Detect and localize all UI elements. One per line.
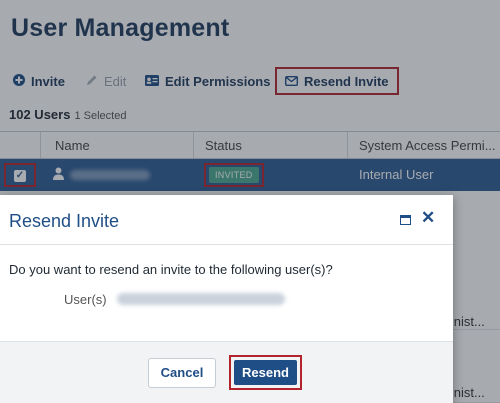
resend-invite-dialog: Resend Invite ✕ Do you want to resend an… bbox=[0, 195, 453, 403]
cancel-button[interactable]: Cancel bbox=[148, 358, 216, 388]
maximize-icon[interactable] bbox=[400, 215, 411, 225]
dialog-footer: Cancel Resend bbox=[0, 341, 453, 403]
resend-button-outline: Resend bbox=[229, 355, 302, 390]
dialog-question: Do you want to resend an invite to the f… bbox=[9, 262, 333, 277]
close-icon[interactable]: ✕ bbox=[421, 208, 435, 228]
dialog-header: Resend Invite ✕ bbox=[0, 195, 453, 245]
users-label: User(s) bbox=[64, 292, 107, 307]
resend-button[interactable]: Resend bbox=[234, 360, 297, 385]
dialog-title: Resend Invite bbox=[9, 211, 120, 231]
user-name-redacted bbox=[117, 293, 285, 305]
